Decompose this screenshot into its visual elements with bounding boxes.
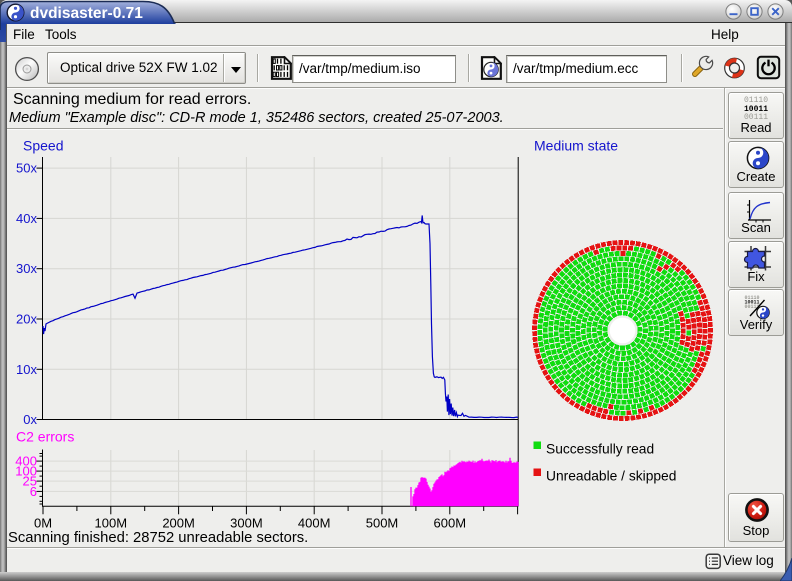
svg-text:20x: 20x	[16, 312, 37, 327]
svg-text:600M: 600M	[434, 516, 467, 531]
svg-text:C2 errors: C2 errors	[16, 429, 74, 445]
svg-text:100M: 100M	[95, 516, 128, 531]
svg-text:Unreadable / skipped: Unreadable / skipped	[546, 469, 676, 484]
svg-text:0x: 0x	[23, 412, 37, 427]
svg-text:500M: 500M	[366, 516, 399, 531]
svg-text:50x: 50x	[16, 161, 37, 176]
svg-text:300M: 300M	[230, 516, 263, 531]
svg-text:30x: 30x	[16, 261, 37, 276]
svg-text:0M: 0M	[34, 516, 52, 531]
svg-text:40x: 40x	[16, 211, 37, 226]
svg-text:Successfully read: Successfully read	[546, 442, 654, 457]
svg-text:400M: 400M	[298, 516, 331, 531]
svg-text:Medium state: Medium state	[534, 138, 618, 154]
svg-text:200M: 200M	[162, 516, 195, 531]
svg-text:Scanning finished: 28752 unrea: Scanning finished: 28752 unreadable sect…	[8, 530, 308, 546]
svg-text:dvdisaster-0.71: dvdisaster-0.71	[30, 5, 143, 22]
svg-text:10x: 10x	[16, 362, 37, 377]
svg-text:Speed: Speed	[23, 138, 63, 154]
svg-text:6: 6	[30, 484, 37, 499]
